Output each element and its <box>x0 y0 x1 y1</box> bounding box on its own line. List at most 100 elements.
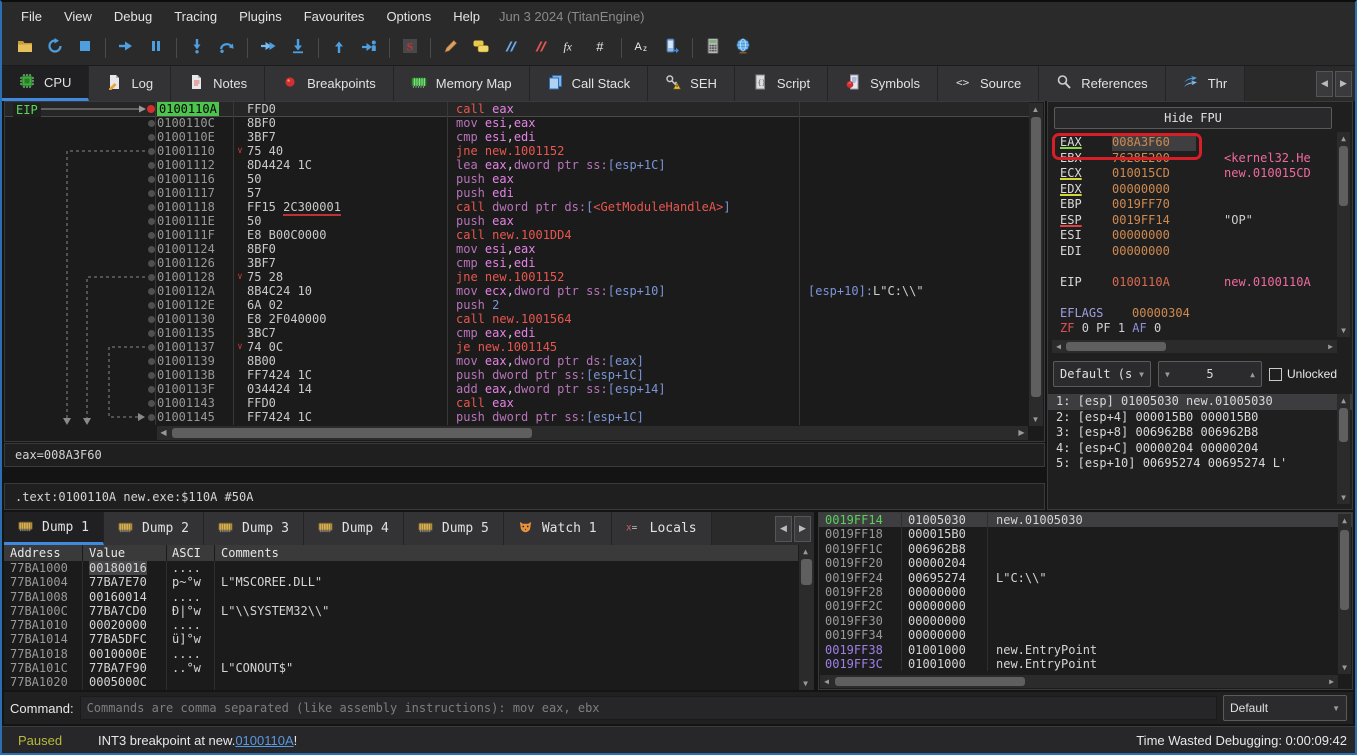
dump-value[interactable]: 00160014 <box>82 590 166 604</box>
tab-symbols[interactable]: Symbols <box>828 66 938 101</box>
disassembly-row[interactable]: 01001130E8 2F040000call new.1001564 <box>5 312 1030 326</box>
stack-row[interactable]: 0019FF2000000204 <box>819 556 1352 570</box>
spinner-up-icon[interactable]: ▲ <box>1250 370 1255 379</box>
stack-argument-row[interactable]: 1: [esp] 01005030 new.01005030 <box>1048 394 1352 410</box>
dump-value[interactable]: 00180016 <box>82 561 166 575</box>
tab-references[interactable]: References <box>1039 66 1165 101</box>
stack-row[interactable]: 0019FF3801001000new.EntryPoint <box>819 643 1352 657</box>
run-button[interactable] <box>111 34 141 62</box>
menu-item-options[interactable]: Options <box>375 9 442 24</box>
menu-item-plugins[interactable]: Plugins <box>228 9 293 24</box>
fx-button[interactable]: fx <box>556 34 586 62</box>
run-to-user-button[interactable] <box>253 34 283 62</box>
stripes-blue-button[interactable] <box>496 34 526 62</box>
register-value[interactable]: 0019FF70 <box>1112 197 1196 213</box>
dump-row[interactable]: 77BA10200005000C <box>4 675 798 689</box>
tab-log[interactable]: Log <box>89 66 171 101</box>
dump-value[interactable]: 77BA5DFC <box>82 632 166 646</box>
disassembly-row[interactable]: 0100110C8BF0mov esi,eax <box>5 116 1030 130</box>
tab-breakpoints[interactable]: Breakpoints <box>265 66 394 101</box>
stack-row[interactable]: 0019FF3C01001000new.EntryPoint <box>819 657 1352 671</box>
stack-vertical-scrollbar[interactable]: ▲ ▼ <box>1338 514 1351 674</box>
calling-convention-select[interactable]: Default (stdc ▼ <box>1053 361 1151 387</box>
disassembly-row[interactable]: 0100112E6A 02push 2 <box>5 298 1030 312</box>
dump-row[interactable]: 77BA101477BA5DFCü]°w <box>4 632 798 646</box>
disassembly-row[interactable]: 010011398B00mov eax,dword ptr ds:[eax] <box>5 354 1030 368</box>
tab-threads[interactable]: Thr <box>1166 66 1246 101</box>
tab-dump1[interactable]: Dump 1 <box>4 512 104 545</box>
tab-watch1[interactable]: Watch 1 <box>504 512 612 545</box>
tab-scroll-left-button[interactable]: ◀ <box>1316 71 1333 97</box>
tab-dump3[interactable]: Dump 3 <box>204 512 304 545</box>
restart-button[interactable] <box>40 34 70 62</box>
disassembly-row[interactable]: 01001137∨74 0Cje new.1001145 <box>5 340 1030 354</box>
comments-button[interactable] <box>466 34 496 62</box>
register-value[interactable]: 010015CD <box>1112 166 1196 182</box>
tab-locals[interactable]: x=Locals <box>612 512 712 545</box>
stack-horizontal-scrollbar[interactable]: ◀ ▶ <box>820 675 1338 688</box>
command-script-type-select[interactable]: Default ▼ <box>1223 695 1347 721</box>
close-button[interactable] <box>70 34 100 62</box>
disassembly-row[interactable]: 0100111FE8 B00C0000call new.1001DD4 <box>5 228 1030 242</box>
disasm-vertical-scrollbar[interactable]: ▲ ▼ <box>1029 103 1043 426</box>
disassembly-row[interactable]: 010011128D4424 1Clea eax,dword ptr ss:[e… <box>5 158 1030 172</box>
stack-row[interactable]: 0019FF18000015B0 <box>819 527 1352 541</box>
dump-row[interactable]: 77BA100000180016.... <box>4 561 798 575</box>
open-folder-button[interactable] <box>10 34 40 62</box>
globe-button[interactable] <box>728 34 758 62</box>
dump-row[interactable]: 77BA101C77BA7F90..°wL"CONOUT$" <box>4 661 798 675</box>
execute-till-return-button[interactable] <box>354 34 384 62</box>
stack-argument-row[interactable]: 4: [esp+C] 00000204 00000204 <box>1048 441 1352 457</box>
dump-row[interactable]: 77BA10180010000E.... <box>4 647 798 661</box>
registers-horizontal-scrollbar[interactable]: ◀ ▶ <box>1052 340 1337 353</box>
stack-row[interactable]: 0019FF1401005030new.01005030 <box>819 513 1352 527</box>
tab-dump2[interactable]: Dump 2 <box>104 512 204 545</box>
arguments-vertical-scrollbar[interactable]: ▲ ▼ <box>1337 394 1350 504</box>
tab-memory-map[interactable]: Memory Map <box>394 66 530 101</box>
menu-item-debug[interactable]: Debug <box>103 9 163 24</box>
calculator-button[interactable] <box>698 34 728 62</box>
tab-notes[interactable]: Notes <box>171 66 265 101</box>
stack-argument-row[interactable]: 2: [esp+4] 000015B0 000015B0 <box>1048 410 1352 426</box>
register-value[interactable]: 00000000 <box>1112 228 1196 244</box>
dump-vertical-scrollbar[interactable]: ▲ ▼ <box>799 545 814 690</box>
stack-row[interactable]: 0019FF1C006962B8 <box>819 542 1352 556</box>
menu-item-favourites[interactable]: Favourites <box>293 9 376 24</box>
register-value[interactable]: 00000304 <box>1132 306 1216 322</box>
column-divider[interactable] <box>799 102 800 425</box>
menu-item-file[interactable]: File <box>10 9 53 24</box>
column-divider[interactable] <box>447 102 448 425</box>
register-value[interactable]: 00000000 <box>1112 244 1196 260</box>
tab-call-stack[interactable]: Call Stack <box>530 66 649 101</box>
register-row-esi[interactable]: ESI00000000 <box>1048 228 1352 244</box>
dump-row[interactable]: 77BA100800160014.... <box>4 590 798 604</box>
register-row-ebp[interactable]: EBP0019FF70 <box>1048 197 1352 213</box>
stack-row[interactable]: 0019FF3400000000 <box>819 628 1352 642</box>
stack-row[interactable]: 0019FF3000000000 <box>819 614 1352 628</box>
disassembly-row[interactable]: 010011353BC7cmp eax,edi <box>5 326 1030 340</box>
register-value[interactable]: 0019FF14 <box>1112 213 1196 229</box>
disassembly-row[interactable]: 0100111E50push eax <box>5 214 1030 228</box>
stack-row[interactable]: 0019FF2800000000 <box>819 585 1352 599</box>
disassembly-row[interactable]: 0100113F034424 14add eax,dword ptr ss:[e… <box>5 382 1030 396</box>
dump-row[interactable]: 77BA101000020000.... <box>4 618 798 632</box>
disassembly-row[interactable]: 010011263BF7cmp esi,edi <box>5 256 1030 270</box>
tab-cpu[interactable]: CPU <box>2 66 89 101</box>
disassembly-row[interactable]: 01001118FF15 2C300001call dword ptr ds:[… <box>5 200 1030 214</box>
dump-tab-scroll-left-button[interactable]: ◀ <box>775 516 792 542</box>
menu-item-help[interactable]: Help <box>442 9 491 24</box>
step-over-button[interactable] <box>212 34 242 62</box>
dump-tab-scroll-right-button[interactable]: ▶ <box>794 516 811 542</box>
disassembly-row[interactable]: 0100110AFFD0call eax <box>5 102 1030 116</box>
tab-script[interactable]: {}Script <box>735 66 828 101</box>
settings-s-button[interactable]: S <box>395 34 425 62</box>
stripes-red-button[interactable] <box>526 34 556 62</box>
dump-value[interactable]: 77BA7CD0 <box>82 604 166 618</box>
dump-value[interactable]: 00020000 <box>82 618 166 632</box>
disassembly-row[interactable]: 0100111650push eax <box>5 172 1030 186</box>
tab-source[interactable]: <>Source <box>938 66 1039 101</box>
menu-item-tracing[interactable]: Tracing <box>163 9 228 24</box>
disassembly-row[interactable]: 01001143FFD0call eax <box>5 396 1030 410</box>
disassembly-row[interactable]: 0100112A8B4C24 10mov ecx,dword ptr ss:[e… <box>5 284 1030 298</box>
spinner-down-icon[interactable]: ▼ <box>1165 370 1170 379</box>
